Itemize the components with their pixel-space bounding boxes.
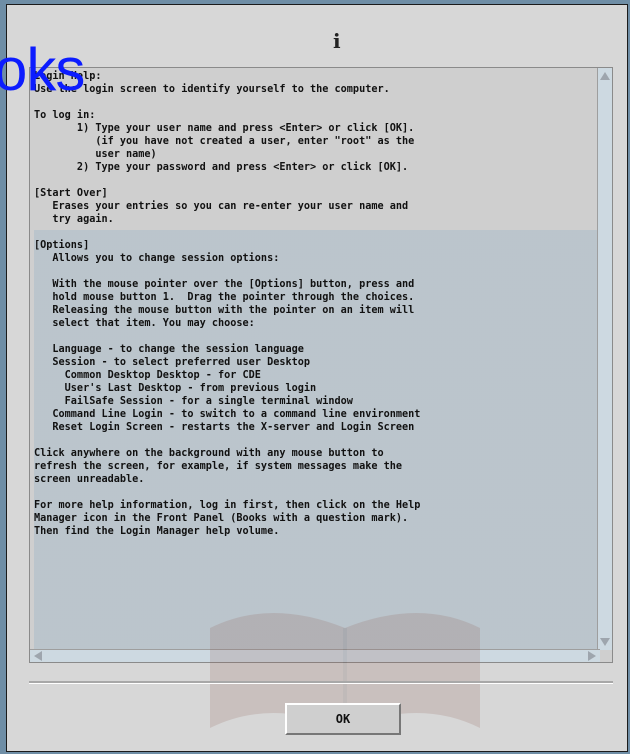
help-text-line: User's Last Desktop - from previous logi… (34, 383, 317, 394)
help-text-line: Command Line Login - to switch to a comm… (34, 409, 421, 420)
help-text-line: refresh the screen, for example, if syst… (34, 461, 403, 472)
help-text-line: Reset Login Screen - restarts the X-serv… (34, 422, 415, 433)
help-text-line: Use the login screen to identify yoursel… (34, 84, 390, 95)
vertical-scrollbar[interactable] (597, 68, 612, 650)
help-text-line: Erases your entries so you can re-enter … (34, 201, 409, 212)
help-text-line: Releasing the mouse button with the poin… (34, 305, 415, 316)
ok-button[interactable]: OK (285, 703, 401, 735)
help-text-line (34, 265, 600, 278)
help-text-line: Manager icon in the Front Panel (Books w… (34, 513, 409, 524)
help-text-line (34, 96, 600, 109)
help-text-line: Click anywhere on the background with an… (34, 448, 384, 459)
help-text-line: try again. (34, 214, 114, 225)
help-text-line: Session - to select preferred user Deskt… (34, 357, 311, 368)
help-text-line: Language - to change the session languag… (34, 344, 304, 355)
help-text-line: To log in: (34, 110, 96, 121)
help-text-line: hold mouse button 1. Drag the pointer th… (34, 292, 415, 303)
help-text-line: [Start Over] (34, 188, 108, 199)
scroll-right-arrow-icon[interactable] (588, 651, 596, 661)
help-text-line: 1) Type your user name and press <Enter>… (34, 123, 415, 134)
help-text-line: For more help information, log in first,… (34, 500, 421, 511)
info-icon: i (333, 29, 341, 53)
help-text-line: [Options] (34, 240, 90, 251)
help-text-line (34, 174, 600, 187)
help-text-line: 2) Type your password and press <Enter> … (34, 162, 409, 173)
help-text-line: With the mouse pointer over the [Options… (34, 279, 415, 290)
help-text-line: select that item. You may choose: (34, 318, 255, 329)
help-text-line (34, 486, 600, 499)
help-dialog: i Login Help: Use the login screen to ide… (6, 4, 628, 752)
help-text-line: FailSafe Session - for a single terminal… (34, 396, 353, 407)
scroll-up-arrow-icon[interactable] (600, 72, 610, 80)
scroll-left-arrow-icon[interactable] (34, 651, 42, 661)
help-text-line: (if you have not created a user, enter "… (34, 136, 415, 147)
help-text-line: Common Desktop Desktop - for CDE (34, 370, 261, 381)
help-text-line: user name) (34, 149, 157, 160)
dialog-separator (29, 681, 613, 684)
help-text-line (34, 434, 600, 447)
help-text-line: Login Help: (34, 71, 102, 82)
help-text-frame: Login Help: Use the login screen to ident… (29, 67, 613, 728)
scroll-down-arrow-icon[interactable] (600, 638, 610, 646)
help-text-line (34, 226, 600, 239)
overlay-text: oks (0, 36, 85, 103)
help-text-area[interactable]: Login Help: Use the login screen to ident… (34, 70, 600, 660)
help-text-line: Allows you to change session options: (34, 253, 280, 264)
help-text-line (34, 330, 600, 343)
help-text-line: Then find the Login Manager help volume. (34, 526, 280, 537)
help-text-line: screen unreadable. (34, 474, 145, 485)
